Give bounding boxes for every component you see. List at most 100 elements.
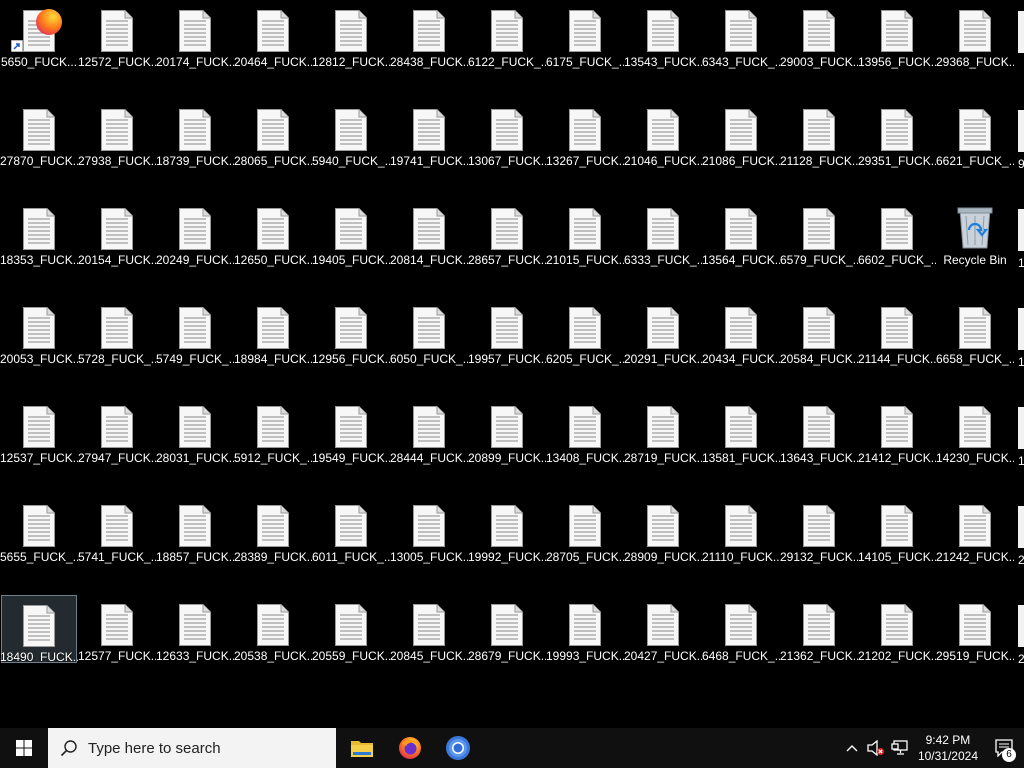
desktop-file-icon[interactable]: 18739_FUCK... [156,100,234,168]
desktop-file-icon[interactable]: 28065_FUCK... [234,100,312,168]
desktop-file-icon[interactable]: 19549_FUCK... [312,397,390,465]
desktop-file-icon[interactable]: 29519_FUCK... [936,595,1014,663]
desktop-file-icon[interactable]: 6205_FUCK_... [546,298,624,366]
desktop-file-icon[interactable]: 29003_FUCK... [780,1,858,69]
desktop-file-icon[interactable]: 21086_FUCK... [702,100,780,168]
desktop-file-icon[interactable]: 6011_FUCK_... [312,496,390,564]
desktop-file-icon[interactable]: 20434_FUCK... [702,298,780,366]
desktop-file-icon[interactable]: 20584_FUCK... [780,298,858,366]
desktop-file-icon[interactable]: 5650_FUCK... [1,1,77,69]
desktop-file-icon[interactable]: 20559_FUCK... [312,595,390,663]
desktop-file-icon[interactable]: 5728_FUCK_... [78,298,156,366]
desktop-file-icon[interactable]: 28909_FUCK... [624,496,702,564]
desktop-file-icon[interactable]: 14230_FUCK... [936,397,1014,465]
desktop-file-icon[interactable]: 28438_FUCK... [390,1,468,69]
desktop-file-icon[interactable]: 6343_FUCK_... [702,1,780,69]
clipped-file-icon[interactable] [1018,11,1024,53]
desktop-file-icon[interactable]: 5940_FUCK_... [312,100,390,168]
desktop-file-icon[interactable]: 6050_FUCK_... [390,298,468,366]
clipped-file-icon[interactable] [1018,209,1024,251]
desktop-file-icon[interactable]: 21144_FUCK... [858,298,936,366]
desktop-file-icon[interactable]: 18984_FUCK... [234,298,312,366]
desktop-file-icon[interactable]: 19405_FUCK... [312,199,390,267]
desktop-file-icon[interactable]: 20464_FUCK... [234,1,312,69]
desktop-file-icon[interactable]: 28389_FUCK... [234,496,312,564]
desktop-file-icon[interactable]: 18353_FUCK... [0,199,78,267]
desktop-file-icon[interactable]: 29132_FUCK... [780,496,858,564]
desktop-file-icon[interactable]: 21110_FUCK... [702,496,780,564]
desktop-file-icon[interactable]: 20053_FUCK... [0,298,78,366]
recycle-bin-icon-item[interactable]: Recycle Bin [937,199,1013,267]
desktop-file-icon[interactable]: 5912_FUCK_... [234,397,312,465]
desktop-file-icon[interactable]: 13067_FUCK... [468,100,546,168]
desktop-file-icon[interactable]: 6621_FUCK_... [936,100,1014,168]
clipped-file-icon[interactable] [1018,308,1024,350]
desktop-file-icon[interactable]: 27947_FUCK... [78,397,156,465]
desktop-file-icon[interactable]: 21128_FUCK... [780,100,858,168]
notifications-button[interactable]: 6 [984,728,1024,768]
desktop-file-icon[interactable]: 18490_FUCK... [0,595,78,663]
desktop-file-icon[interactable]: 20845_FUCK... [390,595,468,663]
desktop-file-icon[interactable]: 21015_FUCK... [546,199,624,267]
desktop-file-icon[interactable]: 20899_FUCK... [468,397,546,465]
desktop-file-icon[interactable]: 19993_FUCK... [546,595,624,663]
start-button[interactable] [0,728,48,768]
desktop-file-icon[interactable]: 28444_FUCK... [390,397,468,465]
desktop-file-icon[interactable]: 5655_FUCK_... [0,496,78,564]
desktop-file-icon[interactable]: 21202_FUCK... [858,595,936,663]
desktop-file-icon[interactable]: 5741_FUCK_... [78,496,156,564]
desktop-file-icon[interactable]: 20427_FUCK... [624,595,702,663]
desktop[interactable]: 5650_FUCK... 12572_FUCK... 20174_FUCK... 20… [0,0,1024,728]
desktop-file-icon[interactable]: 20538_FUCK... [234,595,312,663]
desktop-file-icon[interactable]: 20291_FUCK... [624,298,702,366]
desktop-file-icon[interactable]: 21242_FUCK... [936,496,1014,564]
desktop-file-icon[interactable]: 28679_FUCK... [468,595,546,663]
desktop-file-icon[interactable]: 27938_FUCK... [78,100,156,168]
desktop-file-icon[interactable]: 29368_FUCK... [936,1,1014,69]
desktop-file-icon[interactable]: 6333_FUCK_... [624,199,702,267]
desktop-file-icon[interactable]: 13643_FUCK... [780,397,858,465]
desktop-file-icon[interactable]: 13408_FUCK... [546,397,624,465]
desktop-file-icon[interactable]: 12812_FUCK... [312,1,390,69]
desktop-file-icon[interactable]: 28031_FUCK... [156,397,234,465]
desktop-file-icon[interactable]: 21046_FUCK... [624,100,702,168]
desktop-file-icon[interactable]: 13581_FUCK... [702,397,780,465]
firefox-button[interactable] [386,728,434,768]
desktop-file-icon[interactable]: 28657_FUCK... [468,199,546,267]
desktop-file-icon[interactable]: 6175_FUCK_... [546,1,624,69]
desktop-file-icon[interactable]: 12537_FUCK... [0,397,78,465]
desktop-file-icon[interactable]: 5749_FUCK_... [156,298,234,366]
desktop-file-icon[interactable]: 20814_FUCK... [390,199,468,267]
file-explorer-button[interactable] [338,728,386,768]
desktop-file-icon[interactable]: 6602_FUCK_... [858,199,936,267]
desktop-file-icon[interactable]: 28705_FUCK... [546,496,624,564]
desktop-file-icon[interactable]: 14105_FUCK... [858,496,936,564]
desktop-file-icon[interactable]: 6122_FUCK_... [468,1,546,69]
network-button[interactable] [888,728,912,768]
desktop-file-icon[interactable]: 20249_FUCK... [156,199,234,267]
show-hidden-icons-button[interactable] [840,728,864,768]
desktop-file-icon[interactable]: 21362_FUCK... [780,595,858,663]
desktop-file-icon[interactable]: 18857_FUCK... [156,496,234,564]
desktop-file-icon[interactable]: 13564_FUCK... [702,199,780,267]
desktop-file-icon[interactable]: 20154_FUCK... [78,199,156,267]
desktop-file-icon[interactable]: 20174_FUCK... [156,1,234,69]
desktop-file-icon[interactable]: 12633_FUCK... [156,595,234,663]
desktop-file-icon[interactable]: 12577_FUCK... [78,595,156,663]
chrome-button[interactable] [434,728,482,768]
clock[interactable]: 9:42 PM 10/31/2024 [912,728,984,768]
desktop-file-icon[interactable]: 29351_FUCK... [858,100,936,168]
desktop-file-icon[interactable]: 13267_FUCK... [546,100,624,168]
taskbar-search-box[interactable]: Type here to search [48,728,336,768]
desktop-file-icon[interactable]: 19741_FUCK... [390,100,468,168]
desktop-file-icon[interactable]: 13543_FUCK... [624,1,702,69]
desktop-file-icon[interactable]: 12650_FUCK... [234,199,312,267]
desktop-file-icon[interactable]: 27870_FUCK... [0,100,78,168]
volume-button[interactable] [864,728,888,768]
desktop-file-icon[interactable]: 13005_FUCK... [390,496,468,564]
desktop-file-icon[interactable]: 28719_FUCK... [624,397,702,465]
desktop-file-icon[interactable]: 13956_FUCK... [858,1,936,69]
desktop-file-icon[interactable]: 19957_FUCK... [468,298,546,366]
desktop-file-icon[interactable]: 12572_FUCK... [78,1,156,69]
desktop-file-icon[interactable]: 6658_FUCK_... [936,298,1014,366]
